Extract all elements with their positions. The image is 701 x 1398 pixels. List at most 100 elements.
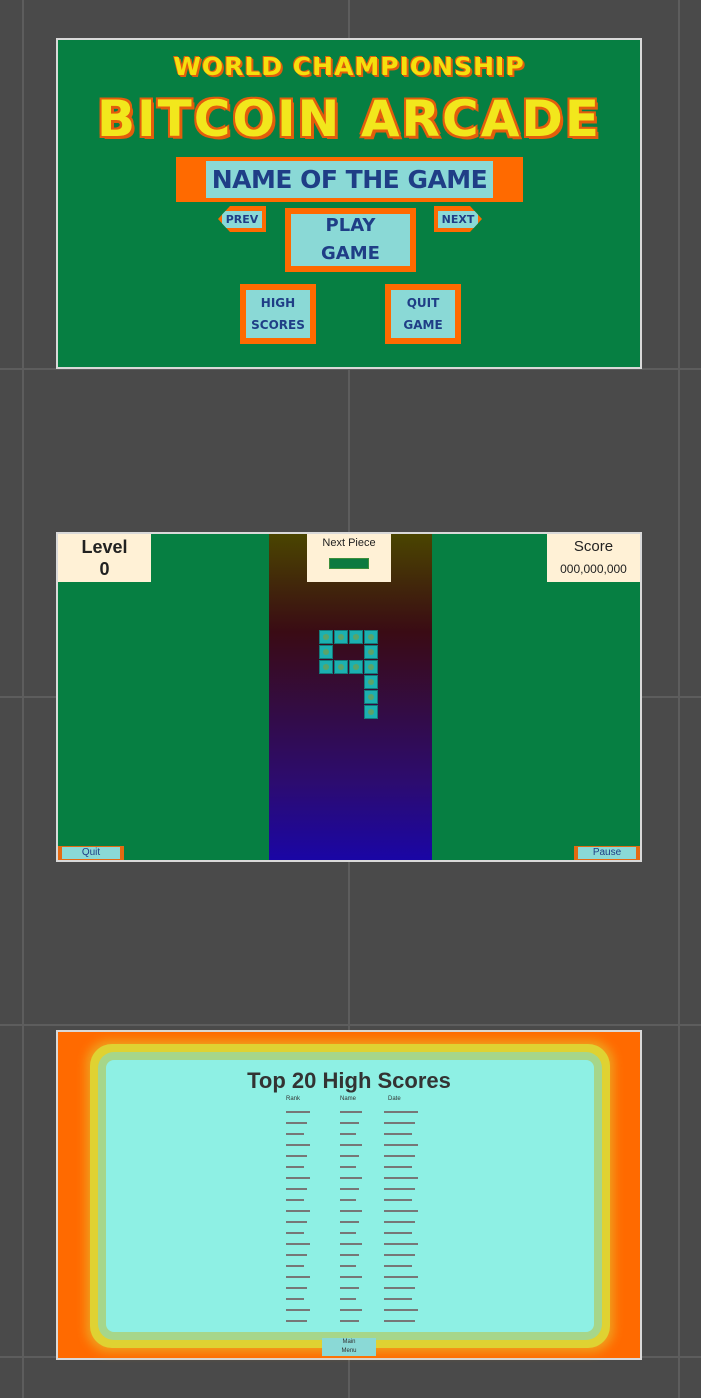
score-row [283,1253,423,1258]
main-menu-line2: Menu [341,1348,357,1354]
rank-column-header: Rank [286,1096,301,1102]
score-row [283,1286,423,1291]
pause-button[interactable]: Pause [574,846,640,860]
score-value: 000,000,000 [560,562,627,576]
score-row [283,1198,423,1203]
score-cell [286,1287,307,1289]
score-cell [286,1133,304,1135]
score-row [283,1209,423,1214]
score-row [283,1121,423,1126]
score-cell [340,1155,359,1157]
next-game-button[interactable]: NEXT [434,206,482,232]
next-piece-label: Next Piece [322,537,376,549]
score-cell [384,1232,412,1234]
prev-label: PREV [221,210,263,228]
score-cell [286,1298,304,1300]
play-game-label: PLAY GAME [291,214,410,266]
score-cell [340,1287,359,1289]
score-cell [286,1210,310,1212]
play-line1: PLAY [325,215,376,236]
score-cell [384,1144,418,1146]
block-cell [364,675,378,689]
block-cell [319,630,333,644]
score-cell [286,1166,304,1168]
score-cell [286,1155,307,1157]
score-row [283,1275,423,1280]
game-name-label: NAME OF THE GAME [206,161,493,198]
score-cell [384,1298,412,1300]
score-cell [286,1111,310,1113]
block-cell [364,630,378,644]
score-cell [340,1133,356,1135]
score-cell [286,1320,307,1322]
high-line1: HIGH [260,296,296,310]
quit-line2: GAME [403,318,443,332]
play-game-button[interactable]: PLAY GAME [285,208,416,272]
score-row [283,1187,423,1192]
level-value: 0 [99,559,110,579]
score-cell [384,1221,415,1223]
score-cell [286,1309,310,1311]
block-cell [319,645,333,659]
high-scores-screen: Top 20 High Scores Rank Name Date Main M… [56,1030,642,1360]
score-cell [340,1166,356,1168]
score-row [283,1264,423,1269]
score-cell [340,1144,362,1146]
block-cell [364,705,378,719]
play-line2: GAME [321,243,380,264]
score-row [283,1132,423,1137]
quit-game-label: QUIT GAME [391,290,455,338]
score-row [283,1319,423,1324]
score-cell [384,1111,418,1113]
score-cell [384,1254,415,1256]
score-cell [384,1199,412,1201]
score-cell [340,1243,362,1245]
score-row [283,1242,423,1247]
score-cell [384,1243,418,1245]
prev-game-button[interactable]: PREV [218,206,266,232]
score-cell [384,1320,415,1322]
high-scores-label: HIGH SCORES [246,290,310,338]
quit-button[interactable]: Quit [58,846,124,860]
score-cell [340,1232,356,1234]
quit-line1: QUIT [406,296,440,310]
block-cell [319,660,333,674]
level-label: Level [81,537,128,557]
score-cell [384,1188,415,1190]
arcade-title: BITCOIN ARCADE [96,90,602,148]
score-row [283,1176,423,1181]
grid-line [0,1024,701,1026]
score-cell [286,1221,307,1223]
score-cell [384,1133,412,1135]
score-row [283,1308,423,1313]
main-menu-line1: Main [342,1339,356,1345]
score-cell [340,1254,359,1256]
main-menu-button[interactable]: Main Menu [322,1338,376,1356]
date-column-header: Date [388,1096,401,1102]
score-box: Score 000,000,000 [547,534,640,582]
score-cell [286,1144,310,1146]
high-scores-title: Top 20 High Scores [247,1068,451,1093]
score-cell [384,1122,415,1124]
score-cell [384,1265,412,1267]
quit-game-button[interactable]: QUIT GAME [385,284,461,344]
score-cell [340,1276,362,1278]
game-name-banner: NAME OF THE GAME [176,157,523,202]
gameplay-screen: Level 0 Next Piece Score 000,000,000 Qui… [56,532,642,862]
high-scores-button[interactable]: HIGH SCORES [240,284,316,344]
score-cell [286,1276,310,1278]
score-cell [384,1210,418,1212]
score-cell [340,1320,359,1322]
score-cell [286,1232,304,1234]
score-label: Score [573,538,614,555]
next-piece-preview [329,558,369,569]
next-label: NEXT [437,210,479,228]
quit-label: Quit [62,847,120,859]
score-row [283,1231,423,1236]
play-well [269,534,432,860]
score-cell [340,1122,359,1124]
score-cell [340,1199,356,1201]
score-cell [384,1177,418,1179]
level-box: Level 0 [58,534,151,582]
score-cell [384,1287,415,1289]
